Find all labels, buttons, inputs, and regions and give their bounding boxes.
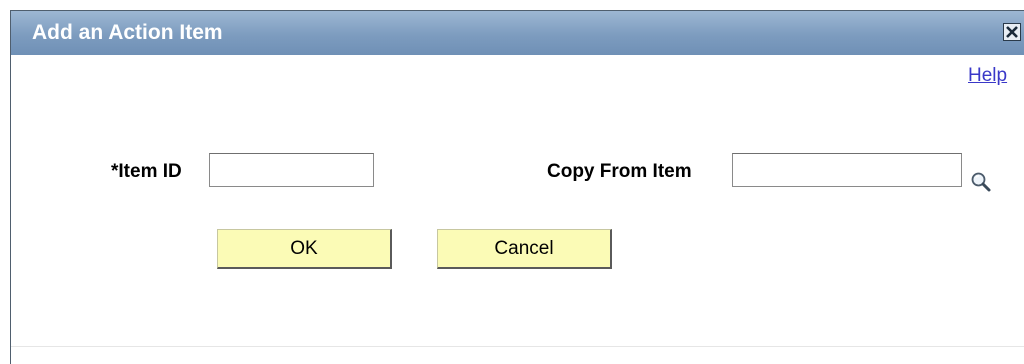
item-id-input[interactable] [209, 153, 374, 187]
ok-button[interactable]: OK [217, 229, 392, 269]
close-icon[interactable] [1003, 23, 1021, 41]
add-action-item-dialog: Add an Action Item Help *Item ID Copy Fr… [10, 10, 1024, 364]
dialog-title: Add an Action Item [32, 21, 223, 44]
copy-from-item-input[interactable] [732, 153, 962, 187]
help-link[interactable]: Help [968, 65, 1007, 87]
cancel-button[interactable]: Cancel [437, 229, 612, 269]
dialog-bottom-divider [11, 346, 1024, 347]
item-id-label: *Item ID [111, 161, 182, 182]
copy-from-item-label: Copy From Item [547, 161, 692, 182]
dialog-titlebar[interactable]: Add an Action Item [11, 11, 1024, 55]
magnifier-lookup-icon[interactable] [969, 170, 993, 194]
